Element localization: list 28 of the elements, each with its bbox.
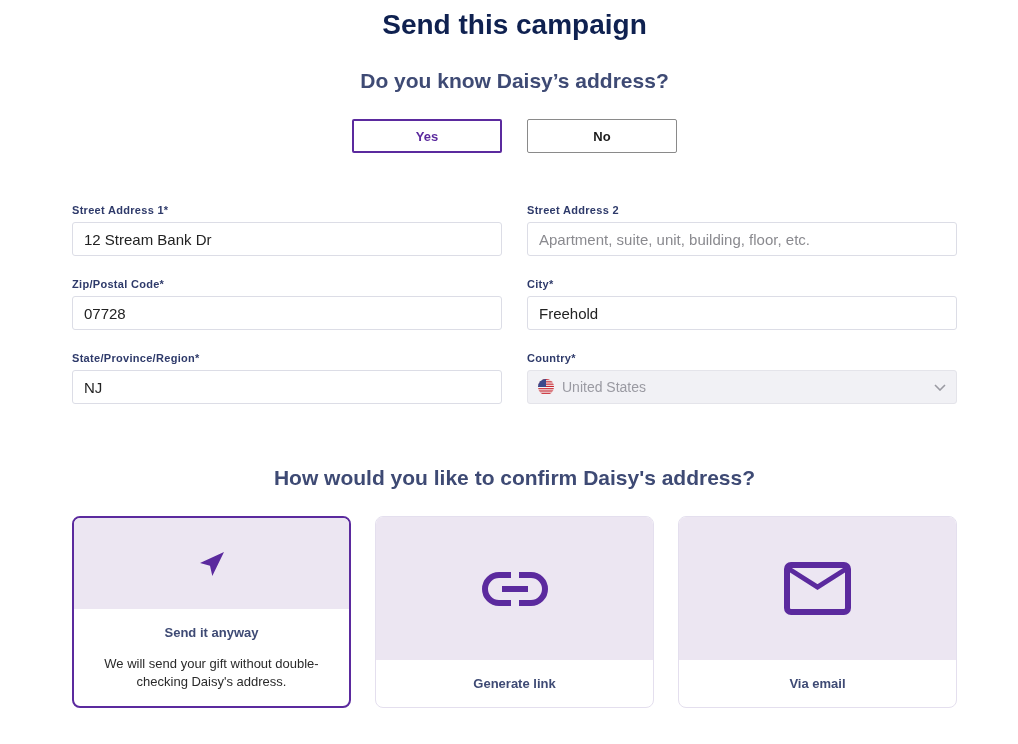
section-heading: Do you know Daisy’s address? <box>360 68 669 94</box>
option-card[interactable]: Generate link <box>375 516 654 708</box>
input-field[interactable]: NJ <box>72 370 502 404</box>
field-label: Street Address 2 <box>527 203 620 217</box>
field-label: State/Province/Region* <box>72 351 201 365</box>
input-field[interactable]: Freehold <box>527 296 957 330</box>
card-title: Generate link <box>473 675 556 692</box>
envelope-icon <box>784 562 851 615</box>
input-field[interactable]: Apartment, suite, unit, building, floor, etc. <box>527 222 957 256</box>
input-field[interactable]: 12 Stream Bank Dr <box>72 222 502 256</box>
card-title: Send it anyway <box>164 624 259 641</box>
field-label: City* <box>527 277 555 291</box>
choice-button[interactable]: No <box>527 119 677 153</box>
choice-button[interactable]: Yes <box>352 119 502 153</box>
card-description: We will send your gift without double-checking Daisy's address. <box>103 655 320 691</box>
field-label: Zip/Postal Code* <box>72 277 166 291</box>
field-label: Country* <box>527 351 577 365</box>
section-heading: How would you like to confirm Daisy's address? <box>273 465 756 491</box>
option-card[interactable]: Via email <box>678 516 957 708</box>
page-title: Send this campaign <box>382 8 647 42</box>
field-label: Street Address 1* <box>72 203 170 217</box>
input-field[interactable]: 07728 <box>72 296 502 330</box>
link-icon <box>481 571 548 606</box>
navigation-arrow-icon <box>199 551 224 576</box>
chevron-down-icon <box>934 383 946 391</box>
flag-icon <box>538 379 554 395</box>
card-title: Via email <box>789 675 846 692</box>
option-card[interactable]: Send it anyway We will send your gift without double-checking Daisy's address. <box>72 516 351 708</box>
